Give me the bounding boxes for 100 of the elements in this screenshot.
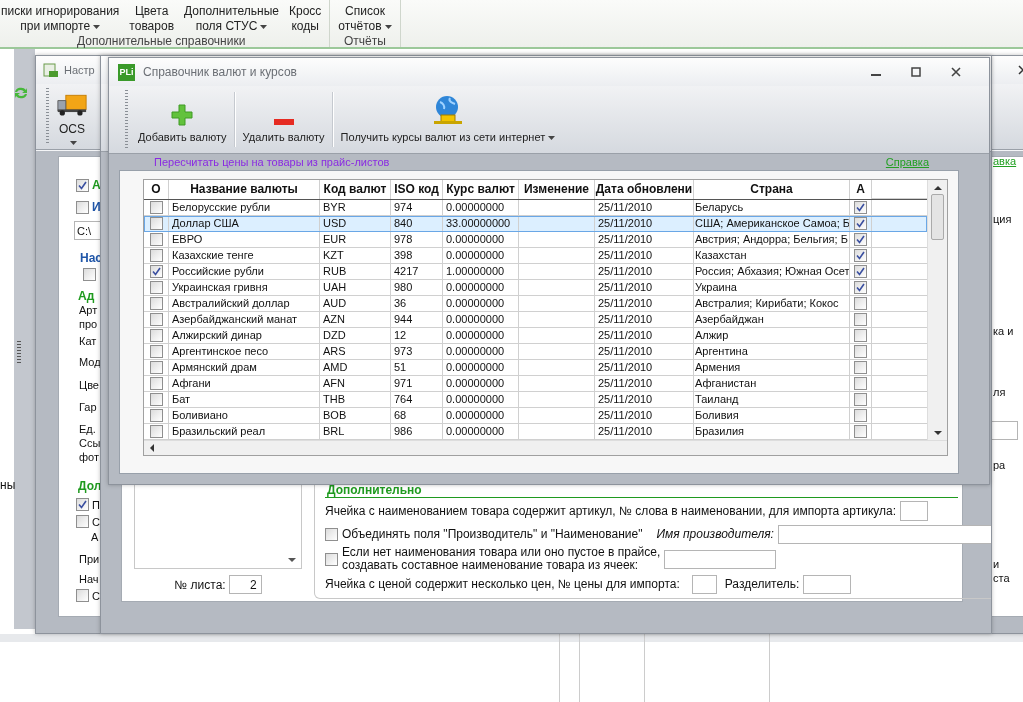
table-row[interactable]: Украинская гривня UAH 980 0.00000000 25/11/2010 Украина [144,280,927,296]
checkbox[interactable] [854,345,867,358]
column-header[interactable]: Код валют [320,180,391,199]
ribbon-button[interactable]: Список отчётов [336,0,394,34]
checkbox[interactable] [76,515,89,528]
checkbox[interactable] [149,281,163,294]
ribbon-button[interactable]: писки игнорирования при импорте [0,0,122,34]
table-row[interactable]: Казахские тенге KZT 398 0.00000000 25/11/2010 Казахстан [144,248,927,264]
column-header[interactable]: Изменение [519,180,595,199]
table-row[interactable]: Афгани AFN 971 0.00000000 25/11/2010 Афганистан [144,376,927,392]
scroll-down-icon[interactable] [287,556,297,564]
checkbox[interactable] [854,233,867,246]
checkbox[interactable] [149,377,163,390]
checkbox[interactable] [149,329,163,342]
checkbox[interactable] [149,201,163,214]
checkbox[interactable] [149,409,163,422]
checkbox[interactable] [149,313,163,326]
table-cell: ЕВРО [169,232,320,248]
table-row[interactable]: Алжирский динар DZD 12 0.00000000 25/11/2010 Алжир [144,328,927,344]
table-row[interactable]: Австралийский доллар AUD 36 0.00000000 25/11/2010 Австралия; Кирибати; Кокос [144,296,927,312]
checkbox[interactable] [149,425,163,438]
table-row[interactable]: Армянский драм AMD 51 0.00000000 25/11/2010 Армения [144,360,927,376]
checkbox[interactable] [854,217,867,230]
table-cell: 25/11/2010 [595,232,694,248]
checkbox[interactable] [854,361,867,374]
checkbox[interactable] [149,217,163,230]
checkbox[interactable] [325,552,338,566]
table-row[interactable]: Доллар США USD 840 33.00000000 25/11/2010 США; Американское Самоа; Б [144,216,927,232]
table-cell: 25/11/2010 [595,408,694,424]
input-field[interactable] [777,524,991,544]
checkbox[interactable] [149,265,163,278]
help-link[interactable]: авка [993,155,1017,167]
ribbon-button[interactable]: Цвета товаров [127,0,176,34]
table-row[interactable]: Бат THB 764 0.00000000 25/11/2010 Таиланд [144,392,927,408]
column-header[interactable]: Название валюты [169,180,320,199]
checkbox[interactable] [149,233,163,246]
table-cell: Казахские тенге [169,248,320,264]
scroll-left-icon[interactable] [149,444,155,452]
table-cell: 0.00000000 [443,376,519,392]
splitter-handle[interactable] [17,341,21,365]
input-field[interactable] [991,421,1018,440]
checkbox[interactable] [76,498,89,511]
checkbox[interactable] [149,249,163,262]
option-label: Если нет наименования товара или оно пустое в прайсе, создавать составное наименование товара из ячеек: [342,546,661,572]
column-header[interactable]: А [850,180,872,199]
checkbox[interactable] [854,281,867,294]
checkbox[interactable] [83,268,96,281]
refresh-icon[interactable] [13,86,29,100]
input-field[interactable]: C:\ [74,221,101,240]
table-row[interactable]: Российские рубли RUB 4217 1.00000000 25/11/2010 Россия; Абхазия; Южная Осет [144,264,927,280]
column-header[interactable]: ISO код [391,180,443,199]
table-cell: Армянский драм [169,360,320,376]
column-header[interactable]: Страна [694,180,850,199]
table-cell: 0.00000000 [443,360,519,376]
checkbox[interactable] [149,393,163,406]
scroll-up-icon[interactable] [933,185,942,191]
input-field[interactable] [664,549,777,569]
table-cell: DZD [320,328,391,344]
input-field[interactable] [691,574,717,594]
table-cell: USD [320,216,391,232]
checkbox[interactable] [854,313,867,326]
toolbar-button[interactable]: Получить курсы валют из сети интернет [336,86,560,153]
column-header[interactable]: Дата обновлени [595,180,694,199]
column-header[interactable]: Курс валют [443,180,519,199]
input-field[interactable] [803,574,852,594]
checkbox[interactable] [854,377,867,390]
toolbar-button[interactable]: Удалить валюту [238,86,329,153]
option-label: С [92,589,100,602]
close-icon[interactable] [949,65,963,79]
checkbox[interactable] [854,249,867,262]
scroll-down-icon[interactable] [933,430,942,436]
ribbon-button[interactable]: Дополнительные поля СТУС [182,0,281,34]
checkbox[interactable] [854,425,867,438]
checkbox[interactable] [854,409,867,422]
checkbox[interactable] [149,297,163,310]
toolbar-button[interactable]: Добавить валюту [134,86,231,153]
table-row[interactable]: Аргентинское песо ARS 973 0.00000000 25/11/2010 Аргентина [144,344,927,360]
field-label: ны [0,478,16,492]
checkbox[interactable] [325,527,338,541]
toolbar-button[interactable]: OCS [55,84,89,149]
column-header[interactable]: О [144,180,169,199]
table-row[interactable]: ЕВРО EUR 978 0.00000000 25/11/2010 Австрия; Андорра; Бельгия; Б [144,232,927,248]
table-cell: 971 [391,376,443,392]
input-field[interactable] [900,501,928,521]
table-row[interactable]: Боливиано BOB 68 0.00000000 25/11/2010 Боливия [144,408,927,424]
checkbox[interactable] [149,345,163,358]
checkbox[interactable] [854,297,867,310]
checkbox[interactable] [149,361,163,374]
ribbon-button[interactable]: Кросс коды [287,0,324,34]
input-field[interactable]: 2 [228,575,262,594]
checkbox[interactable] [854,393,867,406]
checkbox[interactable] [854,329,867,342]
maximize-icon[interactable] [909,65,923,79]
scroll-thumb[interactable] [931,194,944,240]
checkbox[interactable] [854,265,867,278]
table-icon [43,62,59,78]
table-cell: ARS [320,344,391,360]
checkbox[interactable] [854,201,867,214]
checkbox[interactable] [76,589,89,602]
table-row[interactable]: Азербайджанский манат AZN 944 0.00000000 25/11/2010 Азербайджан [144,312,927,328]
